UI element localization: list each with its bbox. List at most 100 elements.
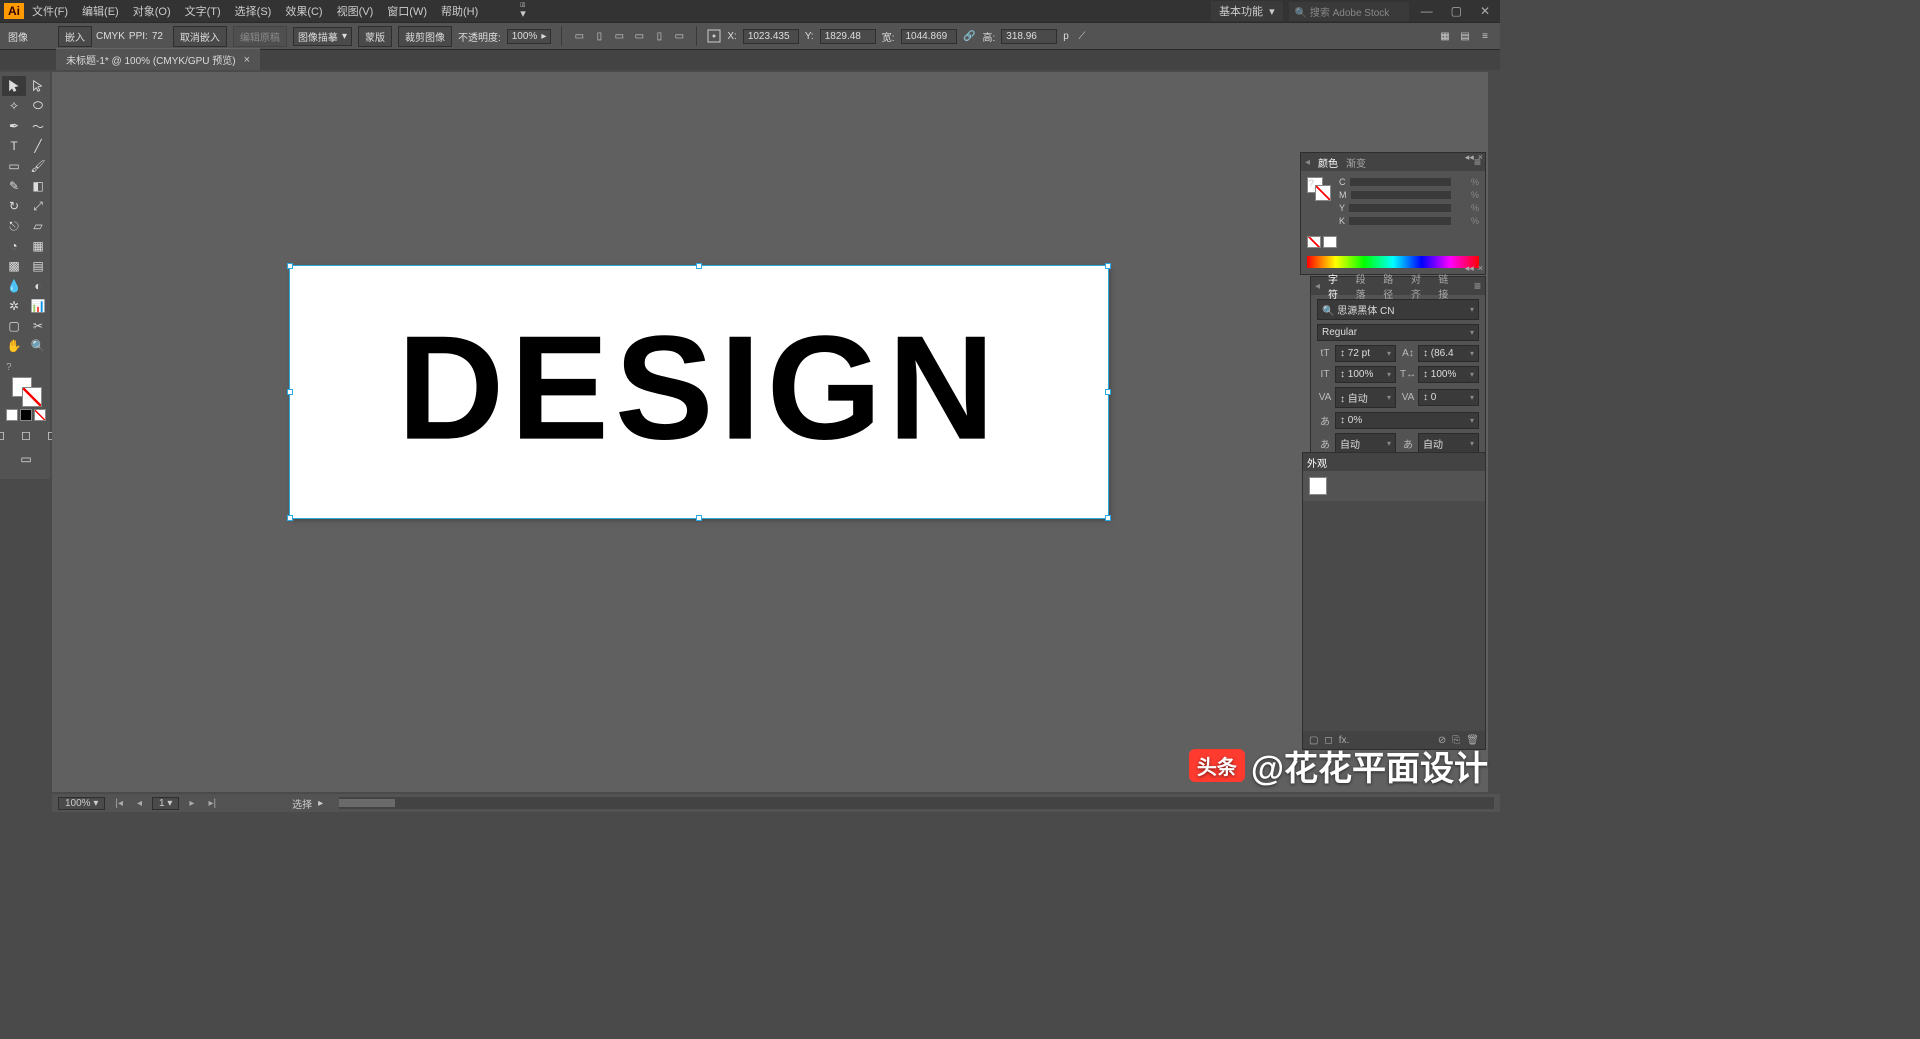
perspective-tool[interactable]: ▦ [26, 236, 50, 256]
path-tab[interactable]: 路径 [1383, 271, 1403, 301]
sel-handle-ne[interactable] [1105, 263, 1111, 269]
menu-view[interactable]: 视图(V) [331, 1, 380, 21]
dock-icon[interactable]: ▤ [1458, 29, 1472, 43]
artboard-tool[interactable]: ▢ [2, 316, 26, 336]
magic-wand-tool[interactable]: ✧ [2, 96, 26, 116]
isolation-icon[interactable]: ▦ [1438, 29, 1452, 43]
align-left-icon[interactable]: ▭ [572, 29, 586, 43]
sel-handle-n[interactable] [696, 263, 702, 269]
menu-object[interactable]: 对象(O) [127, 1, 177, 21]
shear-icon[interactable]: ⟋ [1075, 29, 1089, 43]
tsume-input[interactable]: 自动▾ [1335, 433, 1396, 454]
align-hc-icon[interactable]: ▯ [592, 29, 606, 43]
none-swatch[interactable] [1307, 236, 1321, 248]
line-tool[interactable]: ╱ [26, 136, 50, 156]
zoom-dropdown[interactable]: 100% ▾ [58, 797, 105, 810]
direct-selection-tool[interactable] [26, 76, 50, 96]
vscale-input[interactable]: ↕ 100%▾ [1335, 366, 1396, 383]
eyedropper-tool[interactable]: 💧 [2, 276, 26, 296]
design-text-object[interactable]: DESIGN [397, 304, 1000, 474]
font-size-input[interactable]: ↕ 72 pt▾ [1335, 345, 1396, 362]
char-collapse-icon[interactable]: ◂◂ [1465, 263, 1474, 274]
prev-artboard-icon[interactable]: ◂ [133, 798, 146, 809]
color-mode-swatch[interactable] [6, 409, 18, 421]
transform-ref-icon[interactable] [707, 29, 721, 43]
cyan-slider[interactable]: C% [1339, 177, 1479, 187]
panel-close-icon[interactable]: × [1478, 152, 1483, 163]
x-input[interactable] [743, 29, 799, 44]
char-close-icon[interactable]: × [1478, 263, 1483, 274]
width-tool[interactable]: ⎋ [2, 216, 26, 236]
menu-type[interactable]: 文字(T) [179, 1, 227, 21]
artboard-number-input[interactable]: 1 ▾ [152, 797, 179, 810]
hand-tool[interactable]: ✋ [2, 336, 26, 356]
color-tab[interactable]: 颜色 [1318, 155, 1338, 170]
scale-tool[interactable]: ⤢ [26, 196, 50, 216]
bridge-icon[interactable] [486, 9, 498, 13]
stroke-swatch[interactable] [22, 387, 42, 407]
paintbrush-tool[interactable]: 🖌 [26, 156, 50, 176]
canvas-area[interactable]: DESIGN [52, 72, 1488, 792]
w-input[interactable] [901, 29, 957, 44]
y-input[interactable] [820, 29, 876, 44]
black-slider[interactable]: K% [1339, 216, 1479, 226]
panel-collapse-icon[interactable]: ◂◂ [1465, 152, 1474, 163]
gradient-tab[interactable]: 渐变 [1346, 155, 1366, 170]
opacity-input[interactable]: 100%▸ [507, 29, 552, 44]
yellow-slider[interactable]: Y% [1339, 203, 1479, 213]
curvature-tool[interactable]: 〜 [26, 116, 50, 136]
graph-tool[interactable]: 📊 [26, 296, 50, 316]
draw-behind-icon[interactable]: ◻ [14, 425, 38, 445]
sel-handle-sw[interactable] [287, 515, 293, 521]
unembed-button[interactable]: 取消嵌入 [173, 26, 227, 47]
pencil-tool[interactable]: ✎ [2, 176, 26, 196]
mask-button[interactable]: 蒙版 [358, 26, 392, 47]
blend-tool[interactable]: ◐ [26, 276, 50, 296]
last-artboard-icon[interactable]: ▸| [204, 798, 220, 809]
horizontal-scrollbar[interactable] [339, 797, 1494, 809]
menu-help[interactable]: 帮助(H) [435, 1, 484, 21]
first-artboard-icon[interactable]: |◂ [111, 798, 127, 809]
window-maximize-icon[interactable]: ▢ [1445, 4, 1468, 18]
sel-handle-nw[interactable] [287, 263, 293, 269]
image-trace-dropdown[interactable]: 图像描摹▾ [293, 27, 352, 46]
arrange-docs-icon[interactable]: ▾ [514, 0, 532, 22]
links-tab[interactable]: 链接 [1438, 271, 1458, 301]
symbol-sprayer-tool[interactable]: ✲ [2, 296, 26, 316]
slice-tool[interactable]: ✂ [26, 316, 50, 336]
window-close-icon[interactable]: ✕ [1474, 4, 1496, 18]
align-right-icon[interactable]: ▭ [612, 29, 626, 43]
character-tab[interactable]: 字符 [1328, 271, 1348, 301]
zoom-tool[interactable]: 🔍 [26, 336, 50, 356]
paragraph-tab[interactable]: 段落 [1356, 271, 1376, 301]
eraser-tool[interactable]: ◧ [26, 176, 50, 196]
stock-icon[interactable]: St [500, 9, 512, 13]
color-stroke-swatch[interactable] [1315, 185, 1331, 201]
menu-file[interactable]: 文件(F) [26, 1, 74, 21]
menu-effect[interactable]: 效果(C) [279, 1, 328, 21]
align-vc-icon[interactable]: ▯ [652, 29, 666, 43]
h-input[interactable] [1001, 29, 1057, 44]
crop-button[interactable]: 裁剪图像 [398, 26, 452, 47]
shape-builder-tool[interactable]: ◔ [2, 236, 26, 256]
appearance-tab[interactable]: 外观 [1307, 455, 1327, 470]
screen-mode-icon[interactable]: ▭ [14, 449, 38, 469]
align-tab[interactable]: 对齐 [1411, 271, 1431, 301]
fill-stroke-control[interactable]: ? ◻ ◻ ◻ ▭ [2, 356, 50, 475]
sel-handle-w[interactable] [287, 389, 293, 395]
type-tool[interactable]: T [2, 136, 26, 156]
char-panel-menu-icon[interactable]: ≡ [1474, 279, 1481, 293]
selection-tool[interactable] [2, 76, 26, 96]
lock-aspect-icon[interactable]: 🔗 [963, 29, 977, 43]
gradient-mode-swatch[interactable] [20, 409, 32, 421]
document-tab[interactable]: 未标题-1* @ 100% (CMYK/GPU 预览) × [56, 48, 260, 70]
spectrum-picker[interactable] [1307, 256, 1479, 268]
menu-edit[interactable]: 编辑(E) [76, 1, 125, 21]
align-bottom-icon[interactable]: ▭ [672, 29, 686, 43]
tracking-input[interactable]: ↕ 0▾ [1418, 389, 1479, 406]
workspace-dropdown[interactable]: 基本功能▾ [1211, 1, 1283, 21]
stock-search[interactable]: 🔍 搜索 Adobe Stock [1289, 2, 1409, 21]
mesh-tool[interactable]: ▩ [2, 256, 26, 276]
tab-close-icon[interactable]: × [244, 54, 250, 66]
hscale-input[interactable]: ↕ 100%▾ [1418, 366, 1479, 383]
